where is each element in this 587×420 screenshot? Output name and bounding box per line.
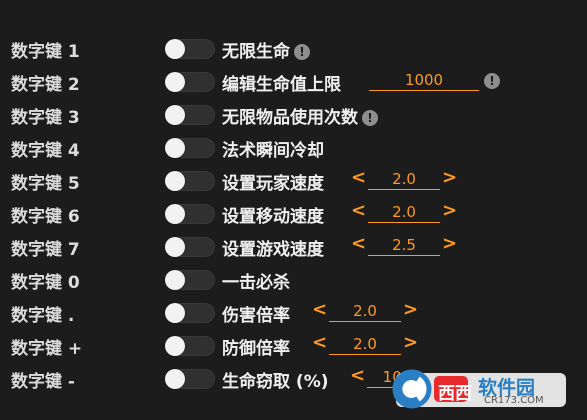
cheat-row-1: 数字键 1 无限生命! (0, 32, 587, 65)
toggle-switch[interactable] (165, 72, 215, 92)
cheat-row-9: 数字键 . 伤害倍率 < 2.0 > (0, 296, 587, 329)
option-label: 无限物品使用次数! (222, 103, 378, 128)
option-label: 设置玩家速度 (222, 174, 324, 194)
toggle-switch[interactable] (165, 237, 215, 257)
cheat-row-7: 数字键 7 设置游戏速度 < 2.5 > (0, 230, 587, 263)
cheat-row-2: 数字键 2 编辑生命值上限 1000 ! (0, 65, 587, 98)
option-label: 无限生命! (222, 37, 310, 62)
toggle-knob (165, 237, 185, 257)
hotkey-label: 数字键 4 (11, 141, 80, 161)
toggle-knob (165, 138, 185, 158)
toggle-knob (165, 270, 185, 290)
toggle-switch[interactable] (165, 39, 215, 59)
hotkey-label: 数字键 + (11, 339, 83, 359)
hotkey-label: 数字键 2 (11, 75, 80, 95)
hotkey-label: 数字键 6 (11, 207, 80, 227)
toggle-switch[interactable] (165, 171, 215, 191)
decrease-arrow[interactable]: < (312, 332, 327, 353)
decrease-arrow[interactable]: < (351, 200, 366, 221)
option-label: 防御倍率 (222, 339, 290, 359)
option-label: 生命窃取 (%) (222, 372, 329, 392)
info-icon[interactable]: ! (484, 73, 500, 89)
option-label: 法术瞬间冷却 (222, 141, 324, 161)
option-label: 编辑生命值上限 (222, 75, 341, 95)
option-label: 设置移动速度 (222, 207, 324, 227)
option-label: 一击必杀 (222, 273, 290, 293)
hotkey-label: 数字键 . (11, 306, 75, 326)
increase-arrow[interactable]: > (403, 332, 418, 353)
toggle-knob (165, 204, 185, 224)
multiplier-value-input[interactable]: 2.0 (329, 301, 401, 322)
cheat-row-5: 数字键 5 设置玩家速度 < 2.0 > (0, 164, 587, 197)
toggle-switch[interactable] (165, 336, 215, 356)
increase-arrow[interactable]: > (442, 233, 457, 254)
decrease-arrow[interactable]: < (351, 167, 366, 188)
max-health-input[interactable]: 1000 (369, 70, 479, 91)
option-label: 设置游戏速度 (222, 240, 324, 260)
toggle-knob (165, 105, 185, 125)
toggle-knob (165, 72, 185, 92)
speed-value-input[interactable]: 2.0 (368, 202, 440, 223)
toggle-knob (165, 369, 185, 389)
toggle-knob (165, 171, 185, 191)
watermark-logo: 西西 软件园 CR173.COM (388, 367, 568, 411)
cheat-row-3: 数字键 3 无限物品使用次数! (0, 98, 587, 131)
cheat-row-4: 数字键 4 法术瞬间冷却 (0, 131, 587, 164)
increase-arrow[interactable]: > (442, 200, 457, 221)
decrease-arrow[interactable]: < (350, 365, 365, 386)
increase-arrow[interactable]: > (442, 167, 457, 188)
speed-value-input[interactable]: 2.0 (368, 169, 440, 190)
option-label: 伤害倍率 (222, 306, 290, 326)
info-icon[interactable]: ! (362, 110, 378, 126)
toggle-switch[interactable] (165, 369, 215, 389)
toggle-knob (165, 39, 185, 59)
watermark-url: CR173.COM (484, 395, 544, 406)
watermark-brand: 西西 (438, 384, 472, 404)
cheat-row-6: 数字键 6 设置移动速度 < 2.0 > (0, 197, 587, 230)
hotkey-label: 数字键 1 (11, 42, 80, 62)
hotkey-label: 数字键 5 (11, 174, 80, 194)
toggle-switch[interactable] (165, 204, 215, 224)
speed-value-input[interactable]: 2.5 (368, 235, 440, 256)
toggle-switch[interactable] (165, 138, 215, 158)
toggle-switch[interactable] (165, 105, 215, 125)
toggle-switch[interactable] (165, 303, 215, 323)
toggle-knob (165, 303, 185, 323)
cheat-row-10: 数字键 + 防御倍率 < 2.0 > (0, 329, 587, 362)
hotkey-label: 数字键 0 (11, 273, 80, 293)
hotkey-label: 数字键 3 (11, 108, 80, 128)
toggle-knob (165, 336, 185, 356)
toggle-switch[interactable] (165, 270, 215, 290)
hotkey-label: 数字键 - (11, 372, 75, 392)
hotkey-label: 数字键 7 (11, 240, 80, 260)
decrease-arrow[interactable]: < (312, 299, 327, 320)
increase-arrow[interactable]: > (403, 299, 418, 320)
multiplier-value-input[interactable]: 2.0 (329, 334, 401, 355)
info-icon[interactable]: ! (294, 44, 310, 60)
cheat-row-8: 数字键 0 一击必杀 (0, 263, 587, 296)
decrease-arrow[interactable]: < (351, 233, 366, 254)
